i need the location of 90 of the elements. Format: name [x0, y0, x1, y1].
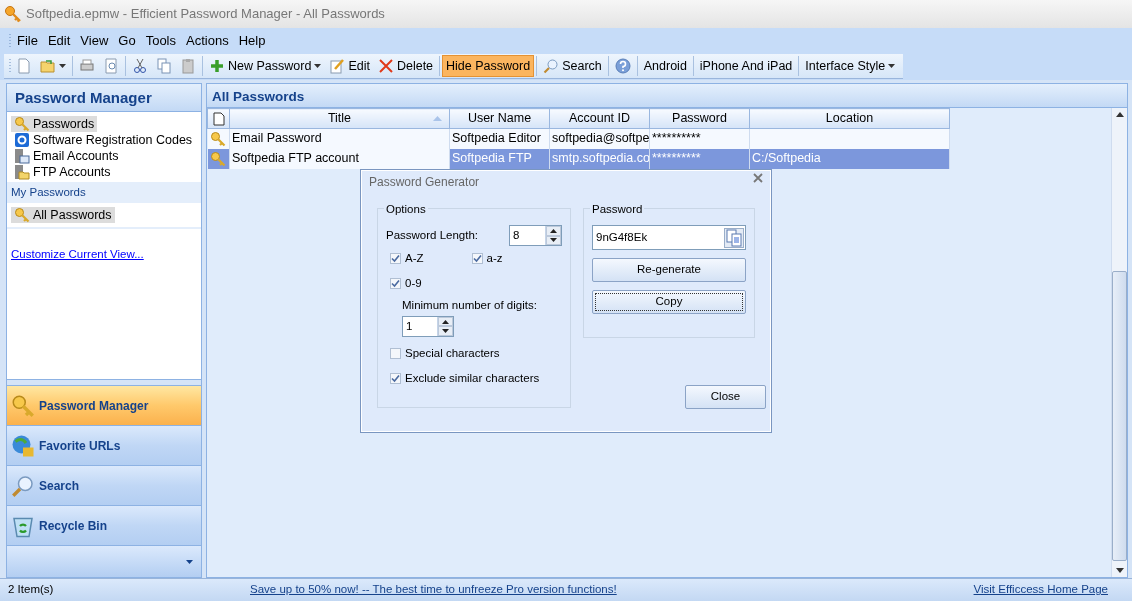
caret-icon[interactable] [186, 559, 193, 564]
key-icon [4, 5, 22, 23]
delete-icon [377, 58, 394, 74]
down-arrow-icon[interactable] [442, 329, 449, 333]
folder-icon [40, 58, 56, 74]
tree-item[interactable]: Email Accounts [11, 148, 122, 164]
up-arrow-icon[interactable] [550, 228, 557, 233]
check-icon [391, 279, 400, 289]
plus-icon [209, 58, 225, 74]
search-icon [11, 473, 35, 498]
close-button[interactable]: Close [685, 385, 766, 409]
spin-field[interactable]: 8 [509, 225, 562, 246]
key-icon [209, 150, 226, 167]
key-icon [14, 116, 30, 132]
tree-item[interactable]: Passwords [11, 116, 98, 132]
check-icon [391, 374, 400, 384]
toolbar-button[interactable]: Interface Style [801, 55, 900, 77]
new-document-icon [16, 58, 32, 74]
menu-item[interactable]: Actions [181, 31, 234, 51]
field-label: Minimum number of digits: [402, 297, 538, 313]
scissors-icon [132, 58, 148, 74]
checkbox[interactable]: a-z [471, 250, 503, 268]
panel-title: All Passwords [207, 84, 1127, 108]
toolbar-button[interactable]: iPhone And iPad [695, 55, 797, 77]
column-header[interactable]: Account ID [549, 108, 650, 129]
down-arrow-icon[interactable] [550, 238, 557, 243]
navigation-button[interactable]: Password Manager [7, 385, 201, 425]
caret-icon [59, 64, 66, 68]
navigation-button[interactable]: Recycle Bin [7, 505, 201, 545]
navigation-button[interactable]: Favorite URLs [7, 425, 201, 465]
server-mail-icon [14, 148, 30, 164]
home-page-link[interactable]: Visit Efficcess Home Page [973, 581, 1108, 599]
checkbox[interactable]: A-Z [390, 250, 424, 268]
menu-item[interactable]: Go [113, 31, 141, 51]
menu-item[interactable]: View [75, 31, 114, 51]
column-header[interactable]: Location [749, 108, 950, 129]
pencil-icon [329, 58, 346, 74]
tree-item[interactable]: Software Registration Codes [11, 132, 196, 148]
server-folder-icon [14, 164, 30, 180]
menu-item[interactable]: Edit [42, 31, 76, 51]
dialog-title: Password Generator [369, 174, 480, 189]
globe-lock-icon [11, 433, 35, 458]
column-header[interactable]: Title [229, 108, 450, 129]
navigation-button[interactable]: Search [7, 465, 201, 505]
tree-item[interactable]: All Passwords [11, 207, 115, 224]
password-field[interactable]: 9nG4f8Ek [592, 225, 746, 250]
printer-icon [79, 58, 95, 74]
up-arrow-icon[interactable] [442, 319, 449, 324]
menu-item[interactable]: Help [233, 31, 271, 51]
check-icon [391, 254, 400, 264]
toolbar-button[interactable]: New Password [205, 55, 326, 77]
promo-link[interactable]: Save up to 50% now! -- The best time to unfreeze Pro version functions! [250, 581, 617, 599]
key-icon [11, 393, 35, 418]
toolbar-button[interactable]: Hide Password [442, 55, 535, 77]
c-logo-icon [14, 132, 30, 148]
menu-item[interactable]: Tools [140, 31, 181, 51]
search-icon [543, 58, 560, 74]
document-icon [212, 111, 225, 126]
spin-field[interactable]: 1 [402, 315, 454, 337]
help-icon [614, 58, 631, 74]
column-header[interactable]: Password [649, 108, 750, 129]
item-count: 2 Item(s) [7, 582, 55, 598]
toolbar-button[interactable]: Search [539, 55, 606, 77]
column-header[interactable] [207, 108, 230, 129]
menu-item[interactable]: File [12, 31, 43, 51]
group-label: My Passwords [7, 182, 201, 204]
customize-view-link[interactable]: Customize Current View... [7, 248, 148, 261]
checkbox[interactable]: 0-9 [390, 275, 562, 293]
scrollbar[interactable] [1111, 108, 1127, 577]
tree-item[interactable]: FTP Accounts [11, 164, 114, 180]
checkbox[interactable]: Special characters [390, 344, 562, 362]
toolbar-button[interactable]: Android [639, 55, 691, 77]
regenerate-button[interactable]: Re-generate [592, 258, 746, 282]
key-icon [14, 207, 30, 224]
window-title: Softpedia.epmw - Efficient Password Manager - All Passwords [26, 5, 385, 24]
close-icon[interactable] [753, 173, 763, 183]
key-icon [209, 131, 226, 148]
copy-icon [156, 58, 172, 74]
toolbar-button[interactable]: Delete [373, 55, 438, 77]
check-icon [472, 254, 482, 264]
field-label: Password Length: [386, 227, 479, 243]
toolbar-button[interactable]: Edit [325, 55, 374, 77]
copy-icon[interactable] [725, 228, 743, 247]
column-header[interactable]: User Name [449, 108, 550, 129]
panel-title: Password Manager [7, 84, 201, 112]
paste-icon [180, 58, 196, 74]
copy-button[interactable]: Copy [592, 290, 746, 314]
sort-arrow-icon [433, 116, 442, 121]
checkbox[interactable]: Exclude similar characters [390, 370, 562, 388]
print-preview-icon [103, 58, 119, 74]
